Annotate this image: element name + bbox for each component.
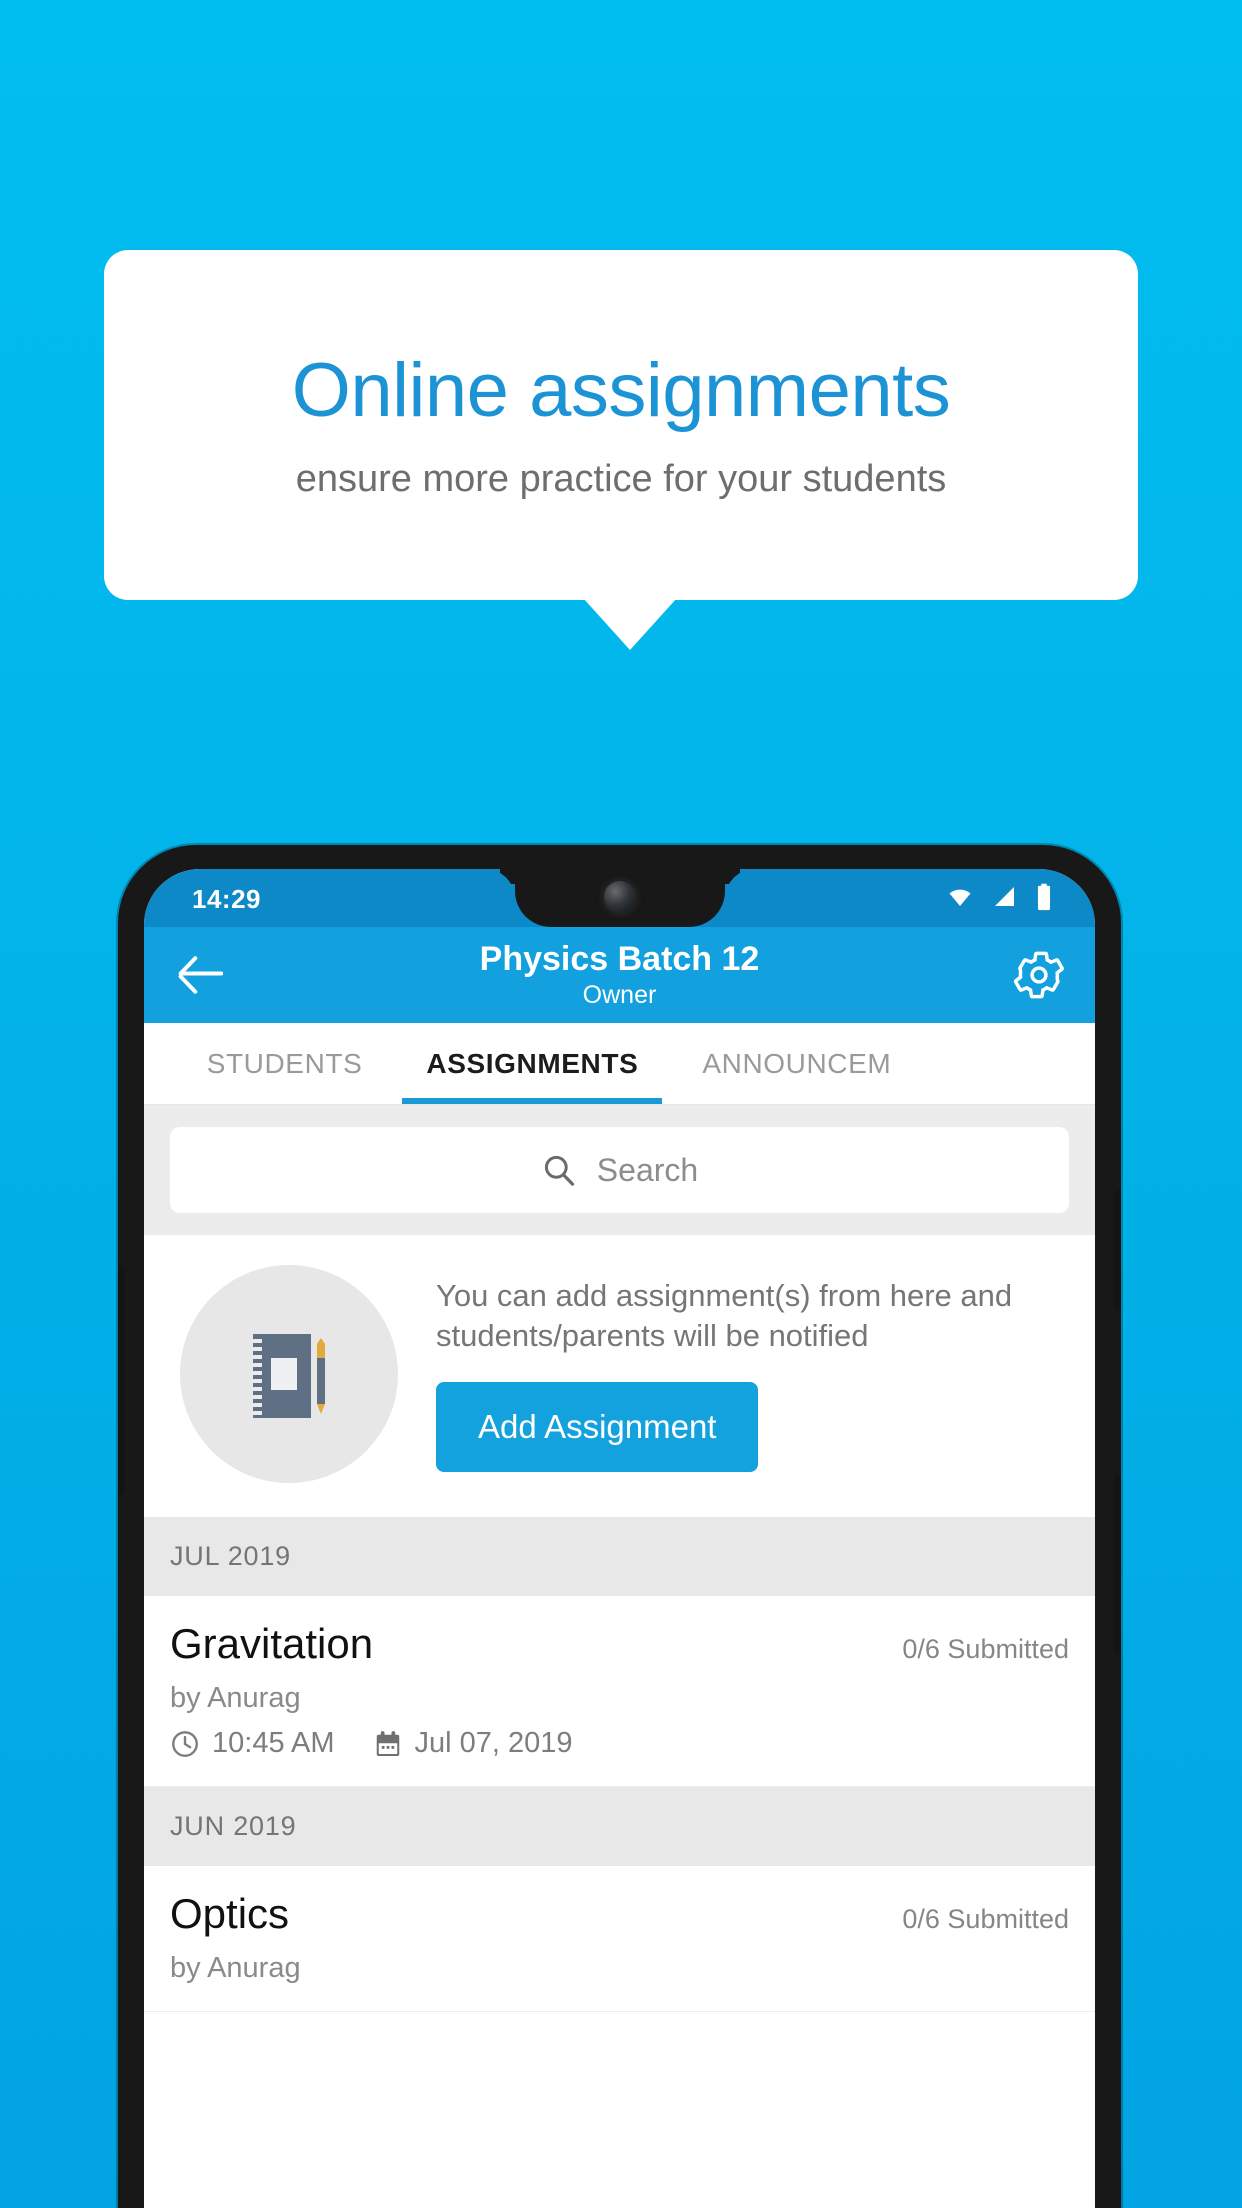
assignment-meta: 10:45 AM Jul 07, 2019	[170, 1727, 1069, 1760]
assignment-title: Optics	[170, 1890, 290, 1937]
empty-state-text: You can add assignment(s) from here and …	[436, 1278, 1013, 1353]
assignment-submitted-count: 0/6 Submitted	[902, 1634, 1069, 1664]
phone-volume-button	[1114, 1190, 1121, 1310]
status-bar-icons	[945, 883, 1053, 911]
phone-notch	[514, 869, 725, 927]
back-arrow-icon[interactable]	[172, 947, 228, 1003]
phone-assistant-button	[118, 1265, 125, 1495]
assignment-time: 10:45 AM	[212, 1727, 335, 1759]
clock-icon	[170, 1729, 200, 1759]
tab-bar: IEW STUDENTS ASSIGNMENTS ANNOUNCEM	[144, 1023, 1095, 1105]
empty-state-card: You can add assignment(s) from here and …	[144, 1235, 1095, 1517]
gear-icon[interactable]	[1009, 945, 1069, 1005]
promo-title: Online assignments	[291, 347, 951, 433]
assignment-row-header: Optics 0/6 Submitted	[170, 1890, 1069, 1938]
phone-power-button	[1114, 1475, 1121, 1655]
search-placeholder: Search	[596, 1151, 699, 1188]
assignment-row[interactable]: Optics 0/6 Submitted by Anurag	[144, 1866, 1095, 2012]
phone-screen: 14:29 Physics Batch 12 Owner STUDENTS AS…	[144, 869, 1095, 2208]
month-header-jul: JUL 2019	[144, 1517, 1095, 1596]
add-assignment-button[interactable]: Add Assignment	[436, 1381, 759, 1472]
assignment-row[interactable]: Gravitation 0/6 Submitted by Anurag 10:4…	[144, 1596, 1095, 1787]
cell-signal-icon	[991, 885, 1019, 909]
tab-overview[interactable]: IEW	[144, 1023, 175, 1104]
search-bar-container: Search	[144, 1105, 1095, 1235]
promo-subtitle: ensure more practice for your students	[295, 458, 947, 501]
assignment-submitted-count: 0/6 Submitted	[902, 1904, 1069, 1934]
month-header-jun: JUN 2019	[144, 1787, 1095, 1866]
tab-students[interactable]: STUDENTS	[175, 1023, 395, 1104]
tab-assignments[interactable]: ASSIGNMENTS	[394, 1023, 670, 1104]
app-bar-titles: Physics Batch 12 Owner	[144, 938, 1095, 1012]
front-camera	[603, 881, 636, 913]
assignment-author: by Anurag	[170, 1682, 301, 1714]
assignment-date: Jul 07, 2019	[414, 1727, 573, 1759]
battery-icon	[1035, 883, 1053, 911]
assignment-author: by Anurag	[170, 1952, 301, 1984]
wifi-icon	[945, 885, 975, 909]
assignment-title: Gravitation	[170, 1620, 374, 1667]
page-subtitle: Owner	[582, 981, 657, 1010]
tab-announcements[interactable]: ANNOUNCEM	[670, 1023, 923, 1104]
phone-mockup: 14:29 Physics Batch 12 Owner STUDENTS AS…	[118, 845, 1121, 2208]
status-bar: 14:29	[144, 869, 1095, 927]
promo-bubble-tail	[583, 598, 677, 650]
assignment-row-header: Gravitation 0/6 Submitted	[170, 1620, 1069, 1668]
app-bar: Physics Batch 12 Owner	[144, 927, 1095, 1023]
notebook-and-pen-icon	[180, 1265, 398, 1483]
search-icon	[541, 1152, 577, 1188]
promo-bubble: Online assignments ensure more practice …	[104, 250, 1138, 600]
empty-state-content: You can add assignment(s) from here and …	[414, 1276, 1067, 1472]
status-bar-clock: 14:29	[192, 884, 261, 914]
page-title: Physics Batch 12	[479, 940, 760, 979]
search-input[interactable]: Search	[170, 1127, 1069, 1213]
calendar-icon	[373, 1729, 403, 1759]
